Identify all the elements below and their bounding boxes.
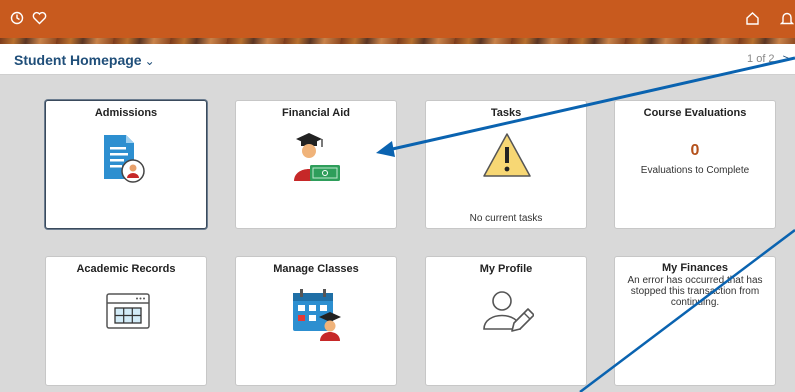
annotation-arrow-line (387, 56, 795, 152)
annotation-arrows (376, 56, 795, 392)
annotation-line (579, 229, 795, 392)
annotation-arrowhead (376, 141, 395, 157)
